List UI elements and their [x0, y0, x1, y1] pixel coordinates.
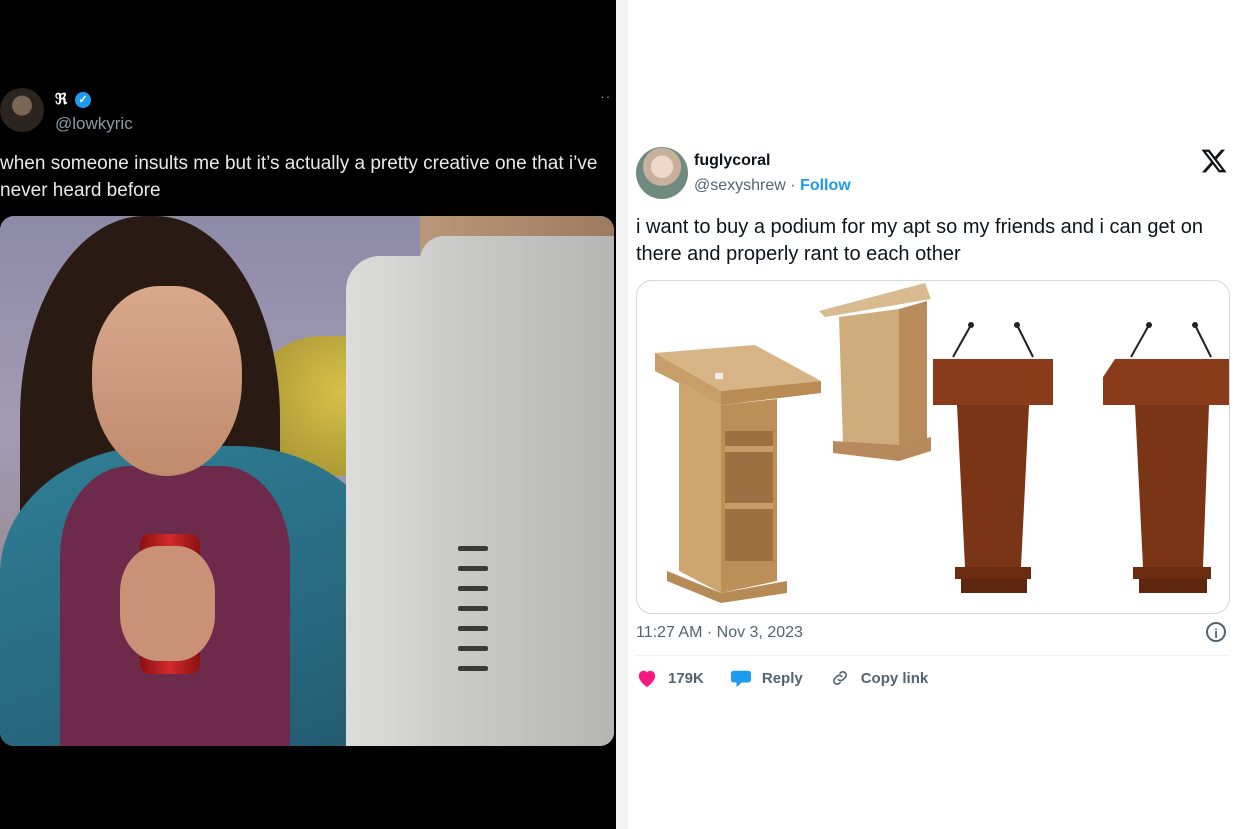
handle-separator: ·: [785, 177, 801, 194]
reply-label: Reply: [761, 669, 803, 687]
tweet-timestamp[interactable]: 11:27 AM · Nov 3, 2023: [636, 624, 803, 642]
more-options-icon[interactable]: ··: [600, 88, 611, 104]
info-icon[interactable]: i: [1206, 622, 1226, 642]
image-monitor-side: [420, 236, 614, 746]
action-bar: 179K Reply Copy link: [636, 666, 954, 690]
left-handle[interactable]: @lowkyric: [55, 114, 133, 134]
image-monitor-vent: [458, 646, 488, 651]
reply-button[interactable]: Reply: [730, 668, 803, 688]
podium-lectern: [819, 283, 931, 461]
right-handle[interactable]: @sexyshrew: [694, 177, 786, 194]
image-monitor-vent: [458, 666, 488, 671]
image-monitor-vent: [458, 566, 488, 571]
left-tweet-image[interactable]: [0, 216, 614, 746]
image-hand: [120, 546, 215, 661]
podium-shelf: [655, 345, 821, 603]
lowkyric-avatar[interactable]: [0, 88, 44, 132]
divider-gap: [616, 0, 628, 829]
reply-bubble-icon: [730, 670, 751, 688]
left-tweet-text: when someone insults me but it’s actuall…: [0, 153, 598, 201]
podium-image[interactable]: [636, 280, 1230, 614]
image-monitor-vent: [458, 586, 488, 591]
right-handle-row: @sexyshrew · Follow: [694, 177, 851, 195]
podium-illustration: [655, 283, 1229, 603]
follow-button[interactable]: Follow: [800, 177, 851, 194]
like-button[interactable]: 179K: [636, 668, 704, 688]
podium-mahogany-1: [933, 322, 1053, 593]
podium-mahogany-2: [1103, 322, 1229, 593]
left-display-name[interactable]: ℜ: [55, 90, 67, 108]
copy-link-label: Copy link: [860, 669, 929, 687]
right-light-tweet: fuglycoral @sexyshrew · Follow i want to…: [628, 0, 1244, 829]
left-dark-tweet: ℜ ✓ @lowkyric ·· when someone insults me…: [0, 0, 616, 829]
verified-badge-icon: ✓: [75, 92, 91, 108]
divider: [636, 655, 1228, 656]
like-count: 179K: [668, 669, 704, 687]
x-logo-icon[interactable]: [1200, 146, 1228, 176]
copy-link-button[interactable]: Copy link: [829, 668, 929, 688]
image-face: [92, 286, 242, 476]
image-monitor-vent: [458, 606, 488, 611]
right-display-name[interactable]: fuglycoral: [694, 152, 770, 170]
image-monitor-vent: [458, 626, 488, 631]
fuglycoral-avatar[interactable]: [636, 147, 688, 199]
image-monitor-vent: [458, 546, 488, 551]
heart-icon: [638, 670, 656, 688]
link-icon: [832, 671, 847, 685]
right-tweet-text: i want to buy a podium for my apt so my …: [636, 216, 1203, 265]
